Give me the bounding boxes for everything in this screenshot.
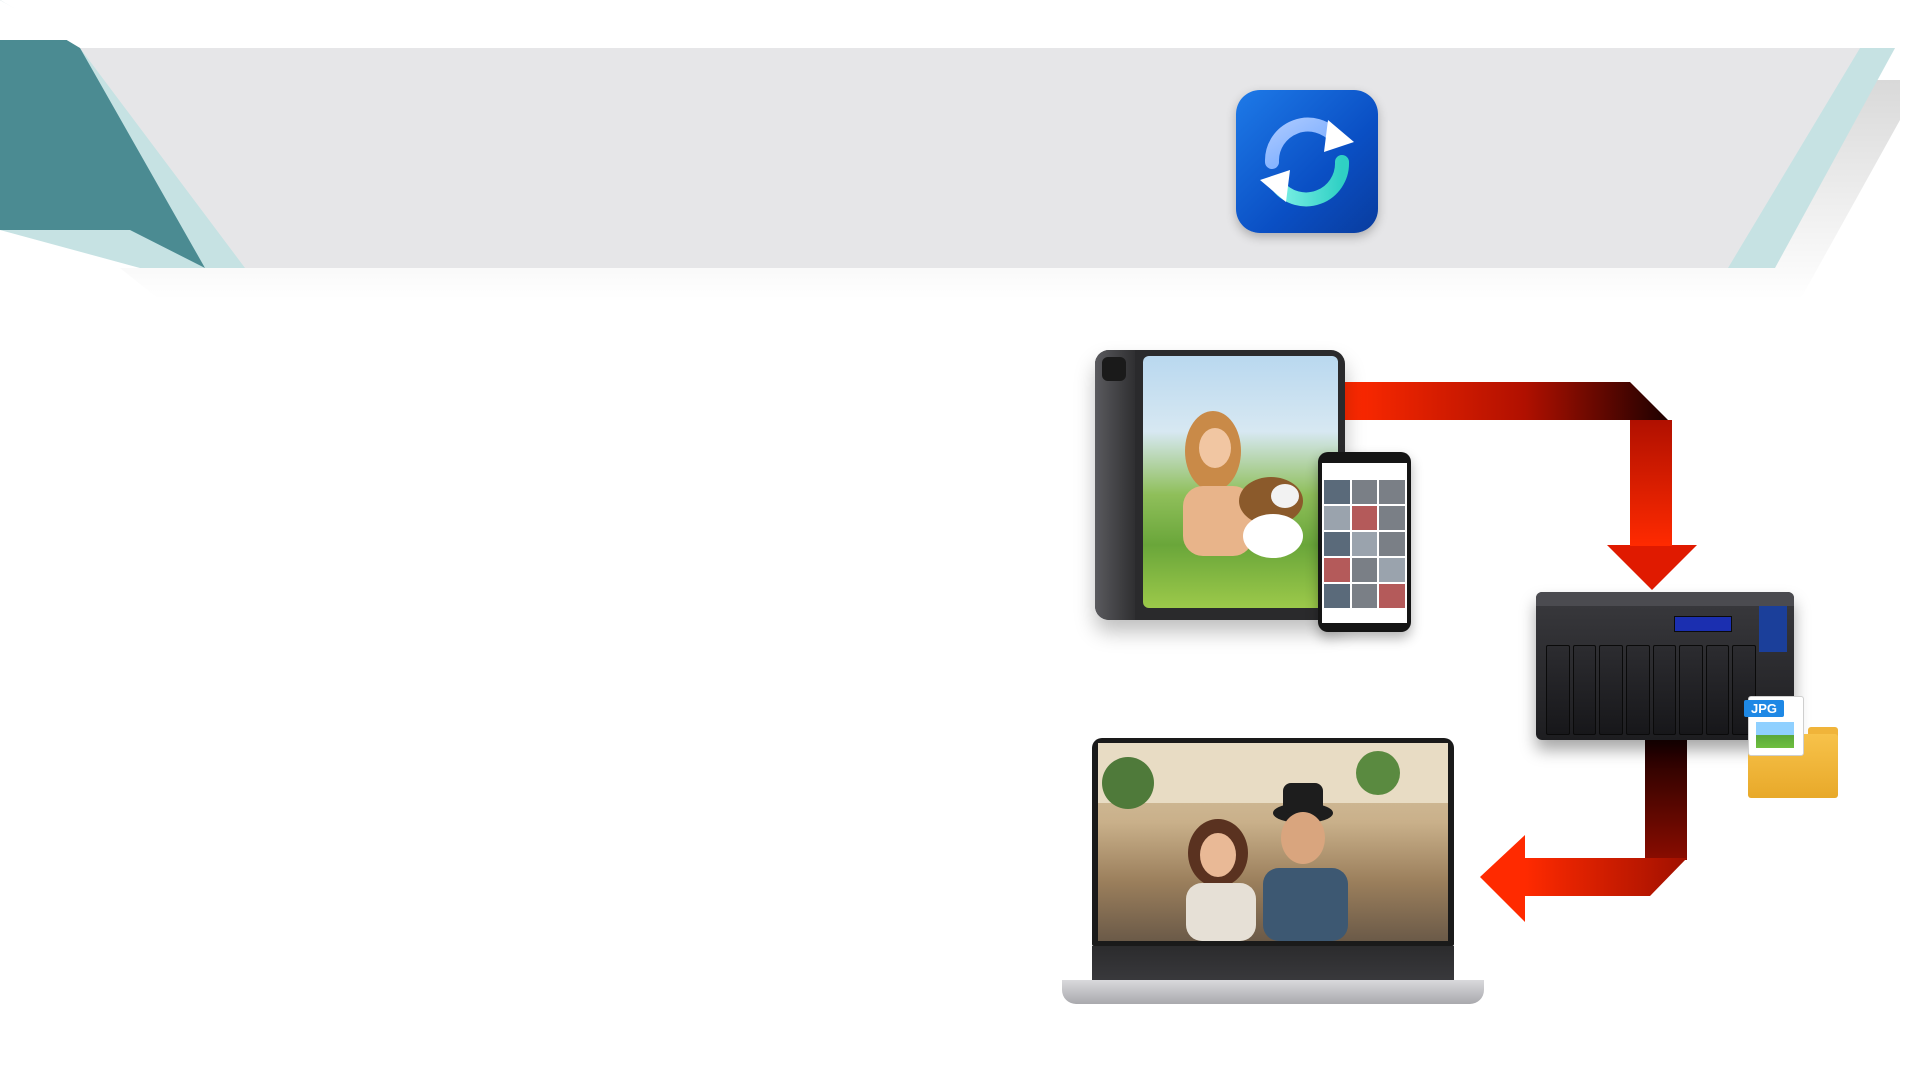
sync-flow-arrows [1345,382,1697,922]
download-arrow-horizontal [1525,858,1687,896]
tablet-photo [1183,411,1303,558]
nas-top [1536,592,1794,606]
nas-lcd [1674,616,1732,632]
laptop-base [1062,980,1484,1004]
download-arrow-vertical [1645,740,1687,860]
nas-brand-panel [1759,606,1787,652]
nas-drive-bays [1546,645,1756,735]
image-thumbnail [1756,722,1794,748]
tablet-screen [1143,356,1338,608]
smartphone-photo-grid [1324,480,1405,608]
download-arrow-head [1480,835,1525,922]
laptop-screen [1098,743,1448,941]
tablet-camera [1102,357,1126,381]
tablet-side [1095,350,1135,620]
laptop-photo [1098,743,1448,941]
upload-arrow-vertical [1630,420,1672,546]
jpg-badge: JPG [1744,700,1784,717]
upload-arrow-head [1607,545,1697,590]
